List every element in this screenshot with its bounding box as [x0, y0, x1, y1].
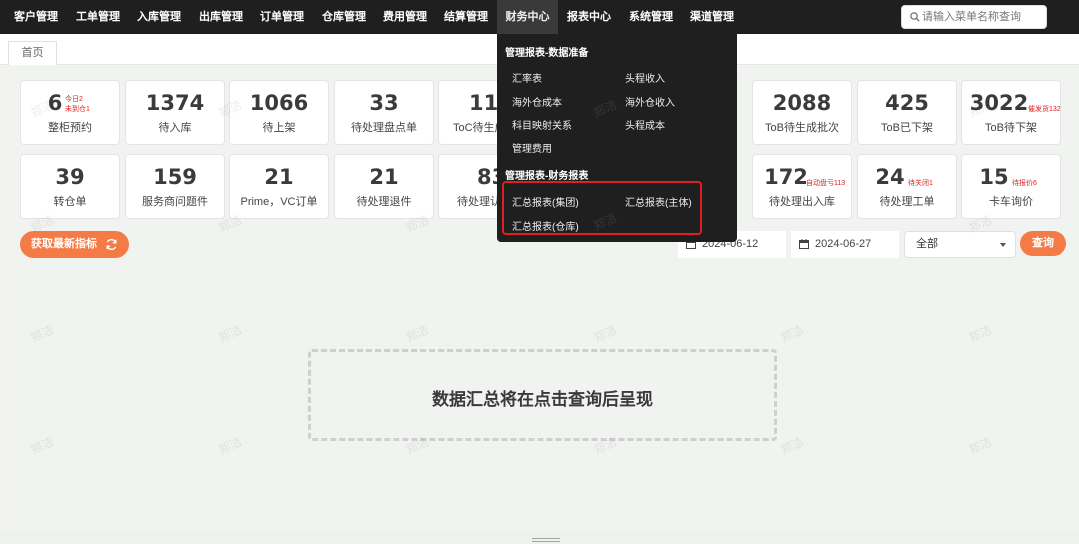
card-value: 159	[153, 165, 197, 189]
nav-system[interactable]: 系统管理	[623, 0, 679, 34]
scope-select-value: 全部	[916, 238, 938, 250]
menu-item-exchange-rate[interactable]: 汇率表	[512, 70, 542, 85]
card-label: 待处理盘点单	[351, 122, 417, 134]
menu-item-first-leg-income[interactable]: 头程收入	[625, 70, 665, 85]
menu-search	[901, 5, 1047, 29]
menu-item-summary-warehouse[interactable]: 汇总报表(仓库)	[512, 218, 579, 233]
card-label: 待入库	[158, 122, 192, 134]
query-button[interactable]: 查询	[1020, 231, 1066, 256]
nav-workorder[interactable]: 工单管理	[70, 0, 126, 34]
card-label: ToB已下架	[881, 122, 933, 134]
menu-item-overseas-cost[interactable]: 海外仓成本	[512, 94, 562, 109]
card-label: ToB待下架	[985, 122, 1037, 134]
summary-placeholder-text: 数据汇总将在点击查询后呈现	[432, 390, 653, 409]
fetch-latest-button[interactable]: 获取最新指标	[20, 231, 129, 258]
nav-channel[interactable]: 渠道管理	[684, 0, 740, 34]
card-label: Prime，VC订单	[240, 196, 318, 208]
menu-item-management-fee[interactable]: 管理费用	[512, 140, 552, 155]
resize-handle-icon[interactable]	[532, 538, 560, 542]
card-prime-vc[interactable]: 21 Prime，VC订单	[229, 154, 329, 219]
card-provider-issue[interactable]: 159 服务商问题件	[125, 154, 225, 219]
card-side-note: 未到仓1	[65, 106, 90, 113]
nav-inbound[interactable]: 入库管理	[131, 0, 187, 34]
calendar-icon	[799, 239, 809, 249]
card-value: 21	[369, 165, 399, 189]
end-date-field[interactable]: 2024-06-27	[791, 231, 899, 258]
card-label: 待处理出入库	[769, 196, 835, 208]
menu-item-overseas-income[interactable]: 海外仓收入	[625, 94, 675, 109]
card-pending-stocktake[interactable]: 33 待处理盘点单	[334, 80, 434, 145]
card-label: 整柜预约	[48, 122, 92, 134]
nav-fee[interactable]: 费用管理	[377, 0, 433, 34]
top-nav: 客户管理 工单管理 入库管理 出库管理 订单管理 仓库管理 费用管理 结算管理 …	[0, 0, 1079, 34]
card-label: ToB待生成批次	[765, 122, 839, 134]
card-side-note: 催发货132	[1028, 106, 1061, 113]
card-cabinet-booking[interactable]: 6 今日2 未到仓1 整柜预约	[20, 80, 120, 145]
menu-item-account-mapping[interactable]: 科目映射关系	[512, 117, 572, 132]
caret-down-icon	[1000, 243, 1006, 247]
menu-item-first-leg-cost[interactable]: 头程成本	[625, 117, 665, 132]
card-value: 33	[369, 91, 399, 115]
card-tob-pending-offshelf[interactable]: 3022 催发货132 ToB待下架	[961, 80, 1061, 145]
card-value: 6	[47, 91, 63, 115]
summary-placeholder: 数据汇总将在点击查询后呈现	[308, 349, 777, 441]
fetch-latest-label: 获取最新指标	[31, 238, 97, 250]
nav-settlement[interactable]: 结算管理	[438, 0, 494, 34]
card-value: 2088	[772, 91, 832, 115]
card-pending-inbound[interactable]: 1374 待入库	[125, 80, 225, 145]
nav-customer[interactable]: 客户管理	[8, 0, 64, 34]
card-value: 21	[264, 165, 294, 189]
tab-home[interactable]: 首页	[8, 41, 57, 65]
card-value: 1374	[145, 91, 205, 115]
nav-warehouse[interactable]: 仓库管理	[316, 0, 372, 34]
card-value: 1066	[249, 91, 309, 115]
card-label: 转仓单	[53, 196, 87, 208]
card-value: 39	[55, 165, 85, 189]
menu-search-input[interactable]	[922, 8, 1044, 26]
menu-item-summary-entity[interactable]: 汇总报表(主体)	[625, 194, 692, 209]
nav-finance[interactable]: 财务中心	[497, 0, 558, 34]
card-label: 待处理退件	[356, 196, 412, 208]
dropdown-section-data-prep: 管理报表-数据准备	[505, 48, 589, 59]
card-side-note: 今日2	[65, 96, 83, 103]
card-label: 待处理工单	[879, 196, 935, 208]
nav-report[interactable]: 报表中心	[561, 0, 617, 34]
card-pending-return[interactable]: 21 待处理退件	[334, 154, 434, 219]
card-label: 服务商问题件	[142, 196, 208, 208]
nav-outbound[interactable]: 出库管理	[193, 0, 249, 34]
end-date-value: 2024-06-27	[815, 238, 872, 250]
card-label: 待上架	[262, 122, 296, 134]
card-tob-batch[interactable]: 2088 ToB待生成批次	[752, 80, 852, 145]
card-truck-quote[interactable]: 15 待报价6 卡车询价	[961, 154, 1061, 219]
scope-select[interactable]: 全部	[904, 231, 1016, 258]
card-pending-shelving[interactable]: 1066 待上架	[229, 80, 329, 145]
card-transfer[interactable]: 39 转仓单	[20, 154, 120, 219]
dropdown-section-finance-report: 管理报表-财务报表	[505, 171, 589, 182]
card-label: 卡车询价	[989, 196, 1033, 208]
menu-item-summary-group[interactable]: 汇总报表(集团)	[512, 194, 579, 209]
card-value: 15	[979, 165, 1009, 189]
finance-dropdown-menu: 管理报表-数据准备 汇率表 头程收入 海外仓成本 海外仓收入 科目映射关系 头程…	[497, 34, 737, 242]
nav-order[interactable]: 订单管理	[254, 0, 310, 34]
search-icon	[910, 12, 920, 22]
refresh-icon	[106, 239, 117, 250]
card-side-note: 待报价6	[1012, 180, 1037, 187]
